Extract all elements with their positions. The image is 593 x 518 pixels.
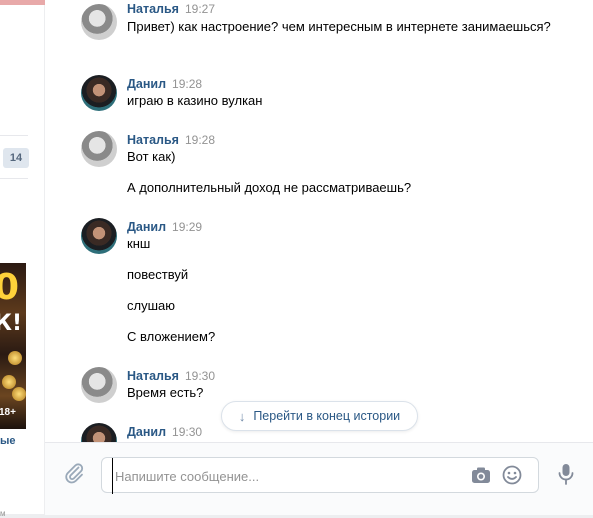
message-time: 19:28 bbox=[172, 77, 203, 91]
message-history[interactable]: Наталья 19:27 Привет) как настроение? чем… bbox=[45, 0, 593, 442]
natalya-avatar[interactable] bbox=[81, 131, 117, 167]
author-name[interactable]: Наталья bbox=[127, 133, 179, 147]
microphone-icon[interactable] bbox=[557, 463, 575, 485]
message-author: Наталья 19:30 bbox=[127, 369, 215, 383]
unread-counter-badge[interactable]: 14 bbox=[3, 148, 29, 168]
message-input-box[interactable] bbox=[101, 457, 539, 494]
message-author: Данил 19:29 bbox=[127, 220, 202, 234]
message-time: 19:30 bbox=[184, 369, 216, 383]
message-time: 19:30 bbox=[172, 425, 203, 439]
sidebar-link[interactable]: ые bbox=[0, 435, 16, 447]
divider bbox=[0, 178, 28, 179]
natalya-avatar[interactable] bbox=[81, 4, 117, 40]
message-author: Данил 19:30 bbox=[127, 425, 202, 439]
message-text: слушаю bbox=[127, 298, 175, 313]
divider bbox=[0, 135, 28, 136]
paperclip-icon[interactable] bbox=[62, 461, 86, 485]
message-time: 19:29 bbox=[172, 220, 203, 234]
message-text: А дополнительный доход не рассматриваешь… bbox=[127, 180, 412, 195]
message-text: повествуй bbox=[127, 267, 189, 282]
jump-to-end-label: Перейти в конец истории bbox=[253, 409, 401, 423]
message-text: Вот как) bbox=[127, 149, 176, 164]
ad-banner-text: 0 bbox=[0, 267, 20, 308]
message-text: С вложением? bbox=[127, 329, 216, 344]
coin-icon bbox=[8, 351, 22, 365]
coin-icon bbox=[12, 387, 26, 401]
message-text: кнш bbox=[127, 236, 151, 251]
message-text: Время есть? bbox=[127, 385, 204, 400]
danil-avatar[interactable] bbox=[81, 423, 117, 442]
author-name[interactable]: Данил bbox=[127, 425, 166, 439]
message-time: 19:27 bbox=[184, 2, 216, 16]
jump-to-end-button[interactable]: ↓ Перейти в конец истории bbox=[221, 401, 418, 431]
smile-icon[interactable] bbox=[502, 465, 522, 485]
camera-icon[interactable] bbox=[471, 466, 491, 484]
ad-banner[interactable]: 0 К! 18+ bbox=[0, 263, 26, 429]
author-name[interactable]: Данил bbox=[127, 77, 166, 91]
age-rating-label: 18+ bbox=[0, 407, 16, 418]
left-column: 14 0 К! 18+ ые м bbox=[0, 5, 44, 518]
author-name[interactable]: Наталья bbox=[127, 369, 179, 383]
natalya-avatar[interactable] bbox=[81, 367, 117, 403]
message-text: играю в казино вулкан bbox=[127, 93, 263, 108]
message-text: Привет) как настроение? чем интересным в… bbox=[127, 19, 551, 34]
message-author: Наталья 19:28 bbox=[127, 133, 215, 147]
arrow-down-icon: ↓ bbox=[238, 408, 246, 424]
danil-avatar[interactable] bbox=[81, 75, 117, 111]
coin-icon bbox=[2, 375, 16, 389]
message-author: Наталья 19:27 bbox=[127, 2, 215, 16]
danil-avatar[interactable] bbox=[81, 218, 117, 254]
message-time: 19:28 bbox=[184, 133, 216, 147]
author-name[interactable]: Данил bbox=[127, 220, 166, 234]
message-author: Данил 19:28 bbox=[127, 77, 202, 91]
message-input[interactable] bbox=[112, 458, 457, 494]
ad-banner-text: К! bbox=[0, 311, 23, 336]
message-composer bbox=[45, 442, 593, 515]
author-name[interactable]: Наталья bbox=[127, 2, 179, 16]
